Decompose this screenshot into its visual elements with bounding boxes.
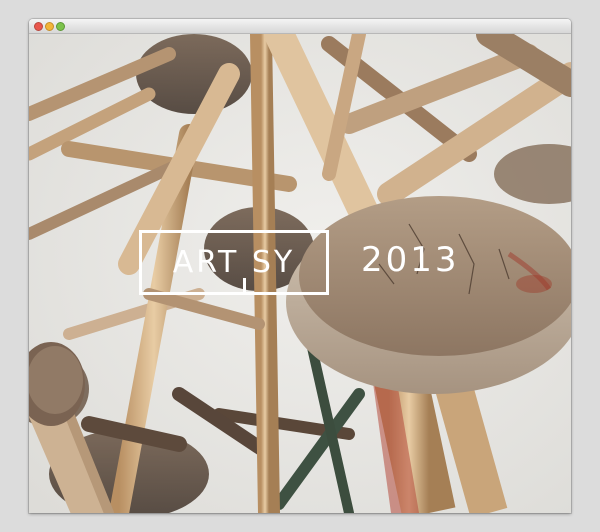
minimize-window-button[interactable] [45,22,54,31]
window-titlebar[interactable] [29,19,571,34]
browser-window: ART SY 2013 [29,19,571,513]
artsy-logo[interactable]: ART SY [139,230,329,295]
year-text: 2013 [361,240,460,280]
close-window-button[interactable] [34,22,43,31]
logo-tick-mark [243,278,246,292]
logo-text: ART SY [172,245,296,280]
page-viewport: ART SY 2013 [29,34,571,513]
zoom-window-button[interactable] [56,22,65,31]
